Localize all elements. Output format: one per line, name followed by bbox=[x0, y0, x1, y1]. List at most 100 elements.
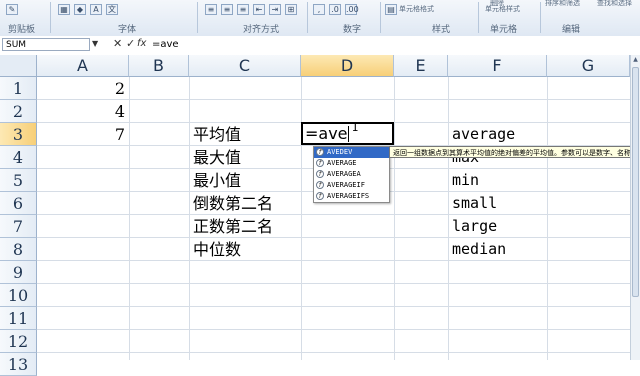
function-icon: f bbox=[316, 192, 324, 200]
find-select-label[interactable]: 查找和选择 bbox=[597, 0, 632, 8]
cell-c5[interactable]: 最小值 bbox=[193, 169, 241, 192]
phonetic-icon[interactable]: 文 bbox=[106, 3, 118, 15]
cell-f7[interactable]: large bbox=[452, 215, 497, 238]
format-cells-label[interactable]: 单元格格式 bbox=[399, 4, 434, 14]
row-header-6[interactable]: 6 bbox=[0, 192, 37, 215]
align-right-icon[interactable]: ≡ bbox=[237, 3, 249, 15]
increase-indent-icon[interactable]: ⇥ bbox=[269, 3, 281, 15]
column-header-a[interactable]: A bbox=[37, 55, 129, 77]
column-header-g[interactable]: G bbox=[547, 55, 630, 77]
cancel-icon[interactable]: ✕ bbox=[113, 37, 122, 50]
gridline bbox=[37, 260, 630, 261]
gridline bbox=[37, 283, 630, 284]
autocomplete-item-label: AVERAGEIF bbox=[327, 181, 365, 189]
ibeam-cursor-icon: I bbox=[352, 121, 359, 134]
group-divider bbox=[50, 2, 51, 33]
cell-c8[interactable]: 中位数 bbox=[193, 238, 241, 261]
cell-f8[interactable]: median bbox=[452, 238, 506, 261]
column-header-c[interactable]: C bbox=[189, 55, 301, 77]
spreadsheet-grid[interactable]: A B C D E F G 1 2 3 4 5 6 7 8 9 10 11 12… bbox=[0, 55, 640, 376]
function-tooltip: 返回一组数据点到其算术平均值的绝对偏差的平均值。参数可以是数字、名称 bbox=[389, 146, 640, 158]
cell-c7[interactable]: 正数第二名 bbox=[193, 215, 273, 238]
cell-f6[interactable]: small bbox=[452, 192, 497, 215]
function-icon: f bbox=[316, 159, 324, 167]
chevron-down-icon[interactable]: ▼ bbox=[92, 39, 98, 48]
group-divider bbox=[540, 2, 541, 33]
gridline bbox=[129, 77, 130, 360]
group-styles: 样式 bbox=[432, 25, 451, 35]
row-header-4[interactable]: 4 bbox=[0, 146, 37, 169]
ribbon: ✎ ▦ ◆ A 文 ≡ ≡ ≡ ⇤ ⇥ ⊞ , .0 .00 ▤ 单元格格式 单… bbox=[0, 0, 640, 37]
align-left-icon[interactable]: ≡ bbox=[205, 3, 217, 15]
column-header-e[interactable]: E bbox=[394, 55, 448, 77]
insert-function-button[interactable]: fx bbox=[137, 38, 146, 49]
cell-f5[interactable]: min bbox=[452, 169, 479, 192]
decrease-indent-icon[interactable]: ⇤ bbox=[253, 3, 265, 15]
cell-a1[interactable]: 2 bbox=[37, 77, 125, 100]
gridline bbox=[547, 77, 548, 360]
row-header-11[interactable]: 11 bbox=[0, 307, 37, 330]
cell-a2[interactable]: 4 bbox=[37, 100, 125, 123]
gridline bbox=[37, 329, 630, 330]
gridline bbox=[37, 99, 630, 100]
row-header-12[interactable]: 12 bbox=[0, 330, 37, 353]
cell-c6[interactable]: 倒数第二名 bbox=[193, 192, 273, 215]
column-header-d[interactable]: D bbox=[301, 55, 394, 77]
row-header-7[interactable]: 7 bbox=[0, 215, 37, 238]
cell-c3[interactable]: 平均值 bbox=[193, 123, 241, 146]
autocomplete-item[interactable]: f AVEDEV bbox=[314, 147, 389, 158]
autocomplete-item[interactable]: f AVERAGE bbox=[314, 158, 389, 169]
styles-icons: ▤ bbox=[385, 2, 397, 16]
scroll-up-icon[interactable]: ▲ bbox=[632, 56, 639, 64]
border-icon[interactable]: ▦ bbox=[58, 3, 70, 15]
row-header-2[interactable]: 2 bbox=[0, 100, 37, 123]
gridline bbox=[37, 352, 630, 353]
function-icon: f bbox=[316, 148, 324, 156]
row-header-5[interactable]: 5 bbox=[0, 169, 37, 192]
row-header-9[interactable]: 9 bbox=[0, 261, 37, 284]
merge-center-icon[interactable]: ⊞ bbox=[285, 3, 297, 15]
cell-format-icon[interactable]: ▤ bbox=[385, 3, 397, 15]
group-cells: 单元格 bbox=[490, 25, 518, 35]
row-header-3[interactable]: 3 bbox=[0, 123, 37, 146]
cell-a3[interactable]: 7 bbox=[37, 123, 125, 146]
autocomplete-item-label: AVERAGE bbox=[327, 159, 357, 167]
autocomplete-item[interactable]: f AVERAGEA bbox=[314, 169, 389, 180]
increase-decimal-icon[interactable]: .0 bbox=[329, 3, 341, 15]
clipboard-icons: ✎ bbox=[6, 2, 18, 16]
group-number: 数字 bbox=[343, 25, 362, 35]
decrease-decimal-icon[interactable]: .00 bbox=[345, 3, 359, 15]
autocomplete-item-label: AVEDEV bbox=[327, 148, 353, 156]
formula-input[interactable]: =ave bbox=[152, 38, 632, 52]
cell-f3[interactable]: average bbox=[452, 123, 515, 146]
format-painter-icon[interactable]: ✎ bbox=[6, 3, 18, 15]
group-divider bbox=[197, 2, 198, 33]
column-header-f[interactable]: F bbox=[448, 55, 547, 77]
autocomplete-item[interactable]: f AVERAGEIFS bbox=[314, 191, 389, 202]
active-cell-d3[interactable]: =ave bbox=[301, 122, 394, 145]
gridline bbox=[394, 77, 395, 360]
row-header-8[interactable]: 8 bbox=[0, 238, 37, 261]
cell-c4[interactable]: 最大值 bbox=[193, 146, 241, 169]
scrollbar-thumb[interactable] bbox=[632, 67, 639, 297]
sort-filter-label[interactable]: 排序和筛选 bbox=[545, 0, 580, 8]
gridline bbox=[189, 77, 190, 360]
autocomplete-item[interactable]: f AVERAGEIF bbox=[314, 180, 389, 191]
row-header-10[interactable]: 10 bbox=[0, 284, 37, 307]
fill-color-icon[interactable]: ◆ bbox=[74, 3, 86, 15]
name-box[interactable]: SUM bbox=[2, 38, 90, 51]
row-header-1[interactable]: 1 bbox=[0, 77, 37, 100]
enter-icon[interactable]: ✓ bbox=[126, 37, 135, 50]
group-editing: 编辑 bbox=[562, 25, 581, 35]
row-header-13[interactable]: 13 bbox=[0, 353, 37, 376]
comma-style-icon[interactable]: , bbox=[313, 3, 325, 15]
align-center-icon[interactable]: ≡ bbox=[221, 3, 233, 15]
formula-bar: SUM ▼ ✕ ✓ fx =ave bbox=[0, 36, 640, 56]
vertical-scrollbar[interactable]: ▲ bbox=[630, 55, 640, 360]
select-all-corner[interactable] bbox=[0, 55, 37, 77]
gridline bbox=[37, 237, 630, 238]
column-header-b[interactable]: B bbox=[129, 55, 189, 77]
function-autocomplete-list[interactable]: f AVEDEV f AVERAGE f AVERAGEA f AVERAGEIF fA… bbox=[313, 146, 390, 203]
font-color-icon[interactable]: A bbox=[90, 3, 102, 15]
delete-label[interactable]: 删除 bbox=[490, 0, 504, 8]
